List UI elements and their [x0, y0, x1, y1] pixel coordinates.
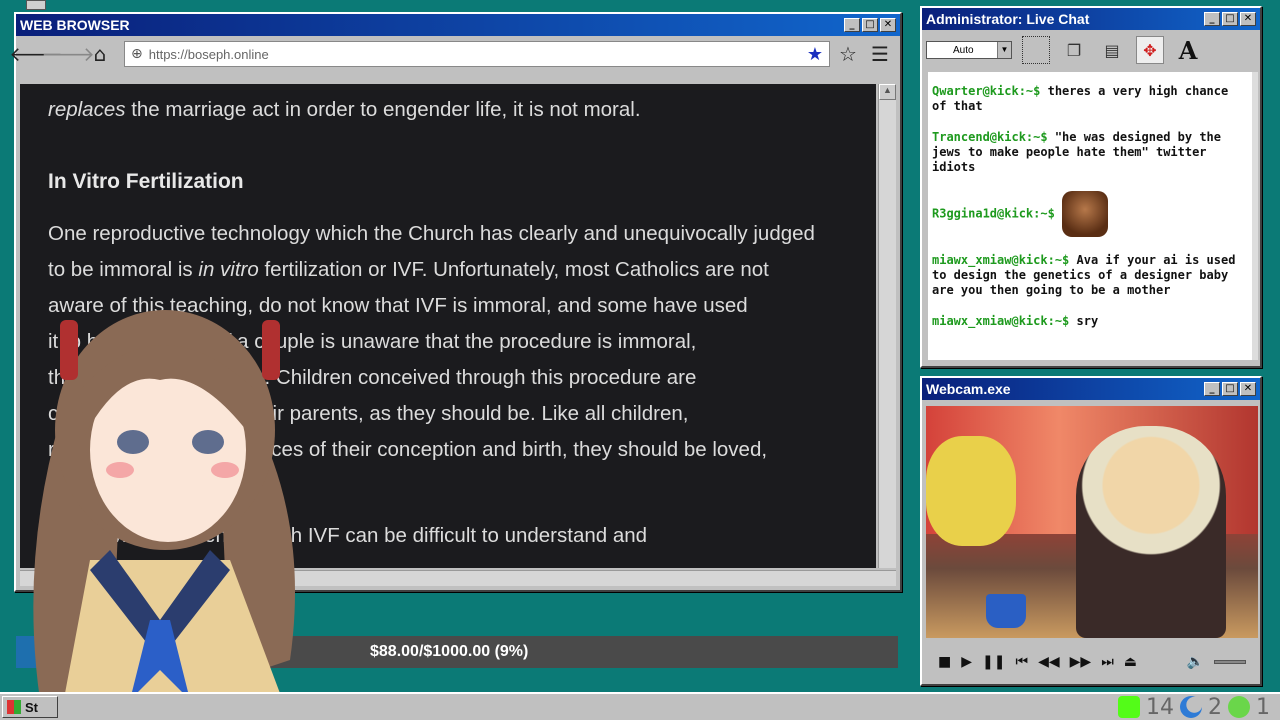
taskbar: St 14 2 1 — [0, 692, 1280, 720]
url-text[interactable]: https://boseph.online — [149, 47, 801, 62]
volume-slider[interactable] — [1214, 660, 1246, 664]
donation-text: $88.00/$1000.00 (9%) — [370, 643, 529, 660]
system-tray: 14 2 1 — [1118, 695, 1278, 720]
streamer-avatar — [1076, 426, 1226, 638]
font-icon[interactable]: A — [1174, 36, 1202, 65]
chat-username: miawx_xmiaw@kick:~$ — [932, 253, 1070, 267]
chat-message: miawx_xmiaw@kick:~$ sry — [932, 314, 1248, 329]
chat-username: R3ggina1d@kick:~$ — [932, 206, 1055, 221]
start-button[interactable]: St — [2, 696, 58, 718]
maximize-button[interactable]: □ — [1222, 382, 1238, 396]
chat-scrollbar[interactable] — [1252, 72, 1258, 360]
browser-titlebar[interactable]: WEB BROWSER _ □ ✕ — [16, 14, 900, 36]
webcam-titlebar[interactable]: Webcam.exe _ □ ✕ — [922, 378, 1260, 400]
stop-icon[interactable]: ■ — [938, 654, 951, 670]
emote-icon — [1062, 191, 1109, 237]
minimize-button[interactable]: _ — [1204, 12, 1220, 26]
close-button[interactable]: ✕ — [1240, 382, 1256, 396]
vtuber-avatar — [33, 310, 295, 720]
close-button[interactable]: ✕ — [880, 18, 896, 32]
chat-message: Trancend@kick:~$ "he was designed by the… — [932, 130, 1248, 175]
minimize-button[interactable]: _ — [844, 18, 860, 32]
mug — [986, 594, 1026, 628]
minimize-button[interactable]: _ — [1204, 382, 1220, 396]
font-size-select[interactable]: Auto ▼ — [926, 41, 1012, 59]
paragraph-top: replaces the marriage act in order to en… — [48, 98, 641, 121]
home-icon[interactable]: ⌂ — [86, 41, 114, 67]
browser-navbar: 🡐 🡒 ⌂ ⊕ https://boseph.online ★ ☆ ☰ — [9, 36, 900, 72]
play-circle-icon[interactable] — [1228, 696, 1250, 718]
chat-username: Qwarter@kick:~$ — [932, 84, 1041, 98]
webcam-video — [926, 406, 1258, 638]
skip-back-icon[interactable]: ⏮ — [1015, 654, 1028, 670]
webcam-title: Webcam.exe — [926, 381, 1011, 397]
address-bar[interactable]: ⊕ https://boseph.online ★ — [124, 41, 830, 67]
skip-forward-icon[interactable]: ⏭ — [1101, 654, 1114, 670]
moon-icon[interactable] — [1180, 696, 1202, 718]
webcam-window: Webcam.exe _ □ ✕ ■ ▶ ❚❚ ⏮ ◀◀ ▶▶ ⏭ ⏏ 🔈 — [920, 376, 1262, 686]
chat-window: Administrator: Live Chat _ □ ✕ Auto ▼ ❐ … — [920, 6, 1262, 368]
avatar-eye-left — [117, 430, 149, 454]
rewind-icon[interactable]: ◀◀ — [1038, 654, 1060, 670]
fast-forward-icon[interactable]: ▶▶ — [1070, 654, 1092, 670]
plush-toy — [926, 436, 1016, 546]
maximize-button[interactable]: □ — [862, 18, 878, 32]
tray-count-moon: 2 — [1208, 694, 1222, 720]
body-line: One reproductive technology which the Ch… — [48, 222, 815, 245]
chat-username: miawx_xmiaw@kick:~$ — [932, 314, 1070, 328]
chat-username: Trancend@kick:~$ — [932, 130, 1048, 144]
chat-title: Administrator: Live Chat — [926, 11, 1090, 27]
chat-message: R3ggina1d@kick:~$ — [932, 191, 1248, 237]
avatar-eye-right — [192, 430, 224, 454]
windows-logo-icon — [7, 700, 21, 714]
avatar-blush-left — [106, 462, 134, 478]
globe-icon: ⊕ — [131, 46, 143, 62]
forward-arrow-icon[interactable]: 🡒 — [41, 41, 95, 67]
eject-icon[interactable]: ⏏ — [1124, 654, 1137, 670]
font-size-value: Auto — [953, 44, 974, 56]
move-icon[interactable]: ✥ — [1136, 36, 1164, 64]
play-icon[interactable]: ▶ — [961, 654, 972, 670]
chevron-down-icon[interactable]: ▼ — [997, 42, 1011, 58]
close-button[interactable]: ✕ — [1240, 12, 1256, 26]
section-heading: In Vitro Fertilization — [48, 170, 244, 193]
pause-icon[interactable]: ❚❚ — [982, 654, 1005, 670]
volume-icon[interactable]: 🔈 — [1187, 654, 1204, 670]
tray-count-kick: 14 — [1146, 694, 1174, 720]
chat-log: Qwarter@kick:~$ theres a very high chanc… — [928, 72, 1252, 360]
chat-text: sry — [1076, 314, 1099, 328]
avatar-blush-right — [211, 462, 239, 478]
desktop-icon[interactable] — [26, 0, 46, 10]
avatar-hair-ribbon-right — [262, 320, 280, 380]
chat-titlebar[interactable]: Administrator: Live Chat _ □ ✕ — [922, 8, 1260, 30]
copy-icon[interactable]: ❐ — [1060, 36, 1088, 64]
maximize-button[interactable]: □ — [1222, 12, 1238, 26]
chat-toolbar: Auto ▼ ❐ ▤ ✥ A — [922, 30, 1260, 70]
select-icon[interactable] — [1022, 36, 1050, 64]
bookmark-star-icon[interactable]: ★ — [807, 44, 823, 65]
browser-title: WEB BROWSER — [20, 17, 130, 33]
vertical-scrollbar[interactable]: ▲ — [878, 84, 896, 568]
paste-icon[interactable]: ▤ — [1098, 36, 1126, 64]
chat-message: Qwarter@kick:~$ theres a very high chanc… — [932, 84, 1248, 114]
favorites-star-icon[interactable]: ☆ — [834, 41, 862, 67]
kick-icon[interactable] — [1118, 696, 1140, 718]
tray-count-play: 1 — [1256, 694, 1270, 720]
start-label: St — [25, 699, 38, 715]
scroll-up-icon[interactable]: ▲ — [879, 84, 896, 100]
menu-icon[interactable]: ☰ — [866, 41, 894, 67]
media-controls: ■ ▶ ❚❚ ⏮ ◀◀ ▶▶ ⏭ ⏏ 🔈 — [926, 644, 1258, 680]
avatar-hair-ribbon-left — [60, 320, 78, 380]
chat-message: miawx_xmiaw@kick:~$ Ava if your ai is us… — [932, 253, 1248, 298]
